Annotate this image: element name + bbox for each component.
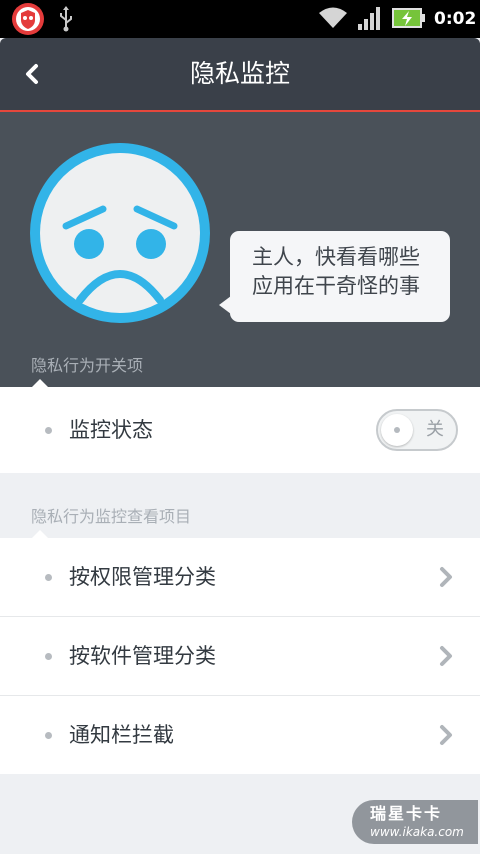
chevron-right-icon xyxy=(440,646,452,666)
section-label-view-items: 隐私行为监控查看项目 xyxy=(31,507,192,526)
bullet-dot xyxy=(45,653,52,660)
list-item-label: 按权限管理分类 xyxy=(69,565,216,589)
status-time: 0:02 xyxy=(434,9,477,29)
back-arrow-icon xyxy=(26,64,38,84)
bullet-dot xyxy=(45,732,52,739)
watermark-title: 瑞星卡卡 xyxy=(370,804,443,823)
usb-icon xyxy=(60,6,72,32)
back-button[interactable] xyxy=(10,56,54,92)
app-shield-icon xyxy=(12,3,44,35)
watermark-url: www.ikaka.com xyxy=(370,825,464,839)
chevron-right-icon xyxy=(440,725,452,745)
title-bar: 隐私监控 xyxy=(0,38,480,110)
monitor-toggle[interactable]: 关 xyxy=(376,409,458,451)
list-item-notification-block[interactable]: 通知栏拦截 xyxy=(0,696,480,774)
list-item-label: 按软件管理分类 xyxy=(69,644,216,668)
battery-charging-icon xyxy=(392,8,425,28)
speech-bubble: 主人，快看看哪些 应用在干奇怪的事 xyxy=(230,231,450,322)
signal-icon xyxy=(358,7,380,30)
hero-panel: 主人，快看看哪些 应用在干奇怪的事 隐私行为开关项 xyxy=(0,112,480,387)
chevron-right-icon xyxy=(440,567,452,587)
bubble-line-1: 主人，快看看哪些 xyxy=(252,245,420,269)
wifi-icon xyxy=(319,7,347,28)
toggle-knob xyxy=(381,414,413,446)
sad-face-icon xyxy=(30,143,210,323)
list-item-by-software[interactable]: 按软件管理分类 xyxy=(0,617,480,695)
section-label-switches: 隐私行为开关项 xyxy=(31,356,144,375)
list-item-label: 通知栏拦截 xyxy=(69,723,174,747)
watermark-badge: 瑞星卡卡 www.ikaka.com xyxy=(352,800,478,844)
bullet-dot xyxy=(45,574,52,581)
status-bar: 0:02 xyxy=(0,0,480,38)
toggle-knob-dot xyxy=(394,427,400,433)
monitor-status-label: 监控状态 xyxy=(69,418,153,442)
bubble-line-2: 应用在干奇怪的事 xyxy=(252,274,420,298)
bullet-dot xyxy=(45,427,52,434)
monitor-status-row: 监控状态 关 xyxy=(0,387,480,473)
section-notch xyxy=(32,530,48,538)
list-item-by-permission[interactable]: 按权限管理分类 xyxy=(0,538,480,616)
page-title: 隐私监控 xyxy=(189,59,290,88)
section-notch xyxy=(32,379,48,387)
toggle-state-label: 关 xyxy=(426,419,444,440)
